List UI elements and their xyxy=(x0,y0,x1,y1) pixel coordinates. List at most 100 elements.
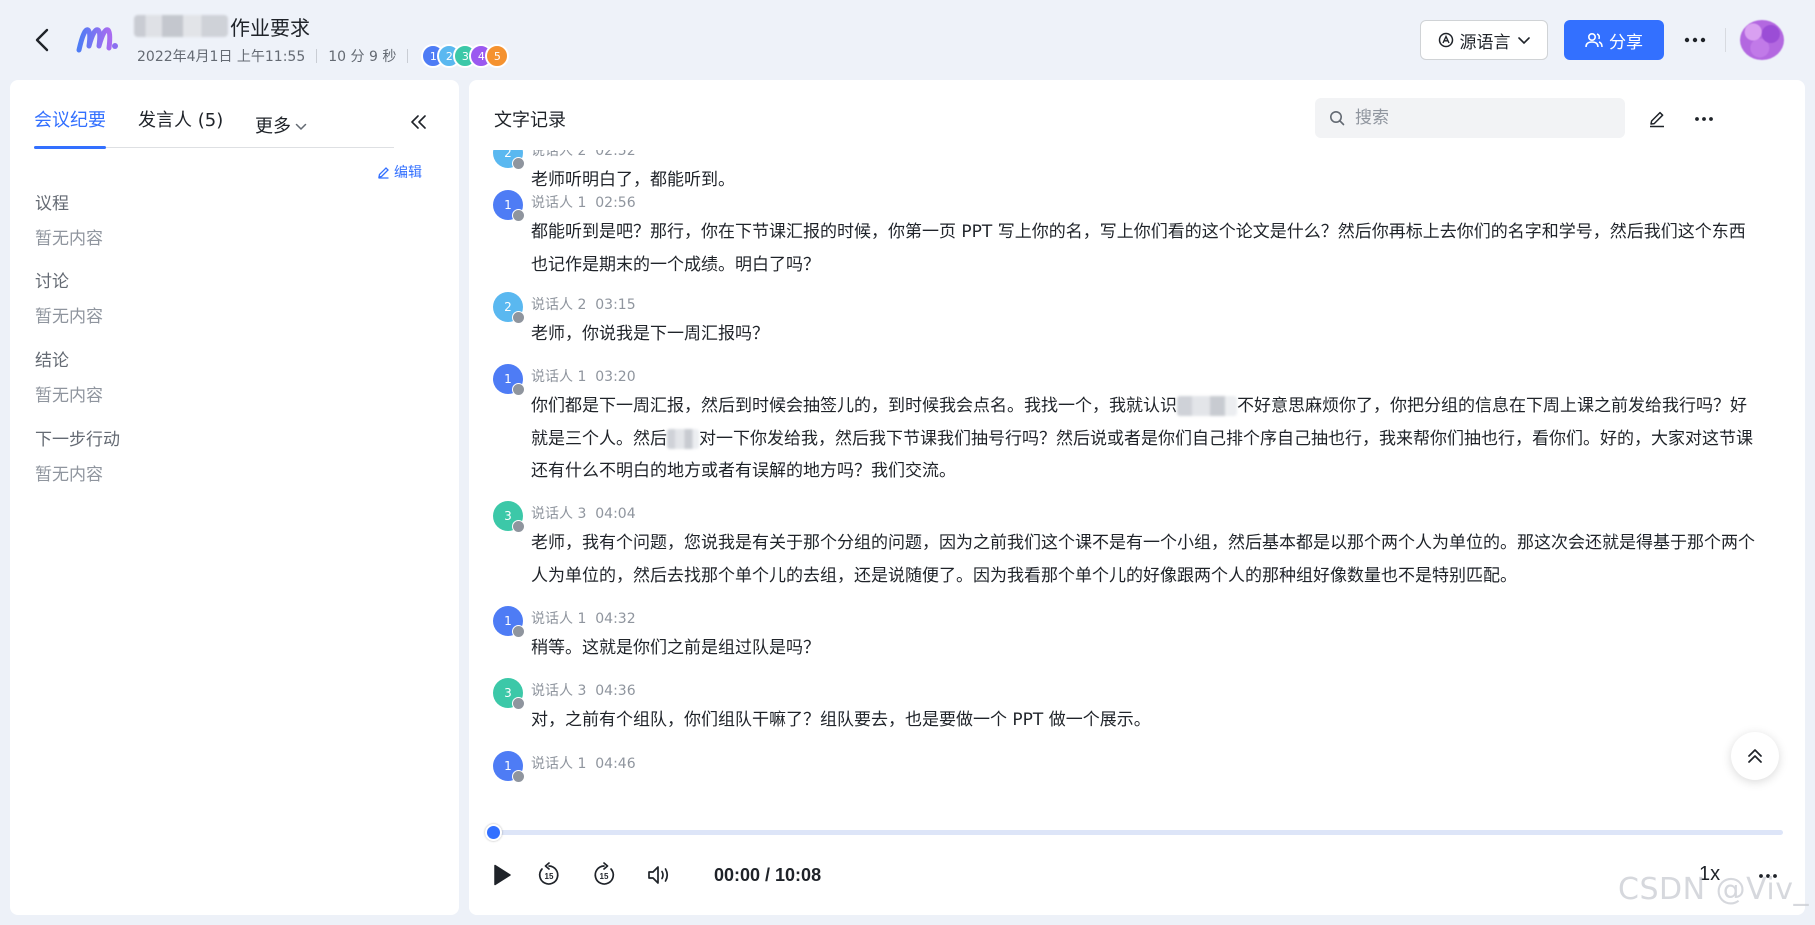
speaker-meta: 说话人 1 04:46 xyxy=(531,753,636,773)
utterance-text[interactable]: 稍等。这就是你们之前是组过队是吗？ xyxy=(531,632,1761,665)
speaker-avatar-label: 3 xyxy=(504,686,512,700)
collapse-panel-button[interactable] xyxy=(404,106,434,138)
tab-more[interactable]: 更多 xyxy=(255,106,307,148)
section-agenda-title: 议程 xyxy=(35,194,69,214)
transcript-title: 文字记录 xyxy=(494,110,566,131)
speaker-avatar-label: 2 xyxy=(504,150,512,160)
timestamp[interactable]: 04:36 xyxy=(595,683,635,699)
speaker-meta: 说话人 3 04:04 xyxy=(531,503,636,523)
volume-button[interactable] xyxy=(642,858,676,892)
edit-badge-icon xyxy=(512,157,525,170)
redacted-name xyxy=(1177,396,1237,416)
scroll-to-top-button[interactable] xyxy=(1731,732,1779,780)
volume-icon xyxy=(648,866,669,884)
edit-badge-icon xyxy=(512,770,525,783)
redacted-name xyxy=(667,428,699,449)
svg-text:15: 15 xyxy=(600,872,609,881)
speaker-avatar[interactable]: 1 xyxy=(493,364,525,396)
speaker-name: 说话人 2 xyxy=(531,297,587,313)
double-chevron-left-icon xyxy=(411,115,426,129)
edit-badge-icon xyxy=(512,625,525,638)
speaker-avatar[interactable]: 1 xyxy=(493,751,525,783)
share-button[interactable]: 分享 xyxy=(1564,20,1664,60)
redacted-title-prefix xyxy=(134,15,228,37)
speaker-avatar[interactable]: 3 xyxy=(493,678,525,710)
speaker-meta: 说话人 3 04:36 xyxy=(531,680,636,700)
edit-badge-icon xyxy=(512,697,525,710)
speaker-avatar[interactable]: 3 xyxy=(493,501,525,533)
speaker-meta: 说话人 2 03:15 xyxy=(531,294,636,314)
svg-text:15: 15 xyxy=(545,872,554,881)
translate-icon xyxy=(1438,32,1453,48)
edit-transcript-button[interactable] xyxy=(1643,106,1671,132)
section-agenda-content: 暂无内容 xyxy=(35,229,103,249)
timestamp[interactable]: 02:56 xyxy=(595,195,635,211)
speaker-avatar[interactable]: 1 xyxy=(493,190,525,222)
playback-progress-handle[interactable] xyxy=(485,824,502,841)
meta-divider xyxy=(407,49,409,63)
watermark: CSDN @Viv_ xyxy=(1618,872,1810,907)
tab-minutes[interactable]: 会议纪要 xyxy=(34,106,106,149)
timestamp[interactable]: 04:46 xyxy=(595,756,635,772)
utterance-text[interactable]: 老师听明白了，都能听到。 xyxy=(531,164,1761,197)
section-next-steps-content: 暂无内容 xyxy=(35,465,103,485)
edit-badge-icon xyxy=(512,520,525,533)
more-options-button[interactable] xyxy=(1680,26,1710,54)
minutes-tabs: 会议纪要 发言人 (5) 更多 xyxy=(34,106,394,149)
play-button[interactable] xyxy=(485,858,519,892)
section-discussion-content: 暂无内容 xyxy=(35,307,103,327)
share-button-label: 分享 xyxy=(1609,32,1643,53)
forward-15-button[interactable]: 15 xyxy=(587,858,621,892)
meeting-meta: 2022年4月1日 上午11:55 10 分 9 秒 12345 xyxy=(137,44,510,68)
utterance-segment: 对一下你发给我，然后我下节课我们抽号行吗？然后说或者是你们自己排个序自己抽也行，… xyxy=(531,428,1753,482)
speaker-name: 说话人 1 xyxy=(531,369,587,385)
speaker-meta: 说话人 1 04:32 xyxy=(531,608,636,628)
user-avatar[interactable] xyxy=(1740,20,1784,60)
speaker-name: 说话人 3 xyxy=(531,683,587,699)
section-conclusion-content: 暂无内容 xyxy=(35,386,103,406)
transcript-search[interactable] xyxy=(1315,98,1625,138)
speaker-avatar-label: 2 xyxy=(504,300,512,314)
meeting-date: 2022年4月1日 上午11:55 xyxy=(137,49,306,65)
utterance-text[interactable]: 你们都是下一周汇报，然后到时候会抽签儿的，到时候我会点名。我找一个，我就认识 不好… xyxy=(531,390,1761,488)
timestamp[interactable]: 02:52 xyxy=(595,150,635,159)
utterance-text[interactable]: 老师，你说我是下一周汇报吗？ xyxy=(531,318,1761,351)
chevron-down-icon xyxy=(295,123,307,131)
participant-avatar[interactable]: 5 xyxy=(485,44,510,68)
source-language-dropdown[interactable]: 源语言 xyxy=(1420,20,1548,60)
timestamp[interactable]: 03:20 xyxy=(595,369,635,385)
utterance-text[interactable]: 对，之前有个组队，你们组队干嘛了？组队要去，也是要做一个 PPT 做一个展示。 xyxy=(531,704,1761,737)
playback-progress-bar[interactable] xyxy=(485,824,1783,841)
speaker-avatar[interactable]: 2 xyxy=(493,150,525,170)
timestamp[interactable]: 03:15 xyxy=(595,297,635,313)
rewind-15-button[interactable]: 15 xyxy=(532,858,566,892)
speaker-avatar[interactable]: 2 xyxy=(493,292,525,324)
minutes-panel: 会议纪要 发言人 (5) 更多 编辑 议程 暂无内容 讨论 暂无内容 结论 暂无… xyxy=(10,80,459,915)
speaker-name: 说话人 3 xyxy=(531,506,587,522)
speaker-meta: 说话人 1 03:20 xyxy=(531,366,636,386)
timestamp[interactable]: 04:32 xyxy=(595,611,635,627)
utterance-text[interactable]: 老师，我有个问题，您说我是有关于那个分组的问题，因为之前我们这个课不是有一个小组… xyxy=(531,527,1761,592)
search-input[interactable] xyxy=(1355,108,1605,128)
speaker-meta: 说话人 2 02:52 xyxy=(531,150,636,160)
meeting-title[interactable]: 作业要求 xyxy=(134,12,310,40)
back-button[interactable] xyxy=(30,24,54,56)
pencil-icon xyxy=(1650,111,1664,128)
users-icon xyxy=(1585,32,1603,48)
speaker-avatar[interactable]: 1 xyxy=(493,606,525,638)
timestamp[interactable]: 04:04 xyxy=(595,506,635,522)
header-divider xyxy=(1725,28,1726,52)
edit-badge-icon xyxy=(512,209,525,222)
edit-minutes-button[interactable]: 编辑 xyxy=(377,162,422,182)
speaker-avatar-label: 1 xyxy=(504,614,512,628)
speaker-avatar-label: 1 xyxy=(504,759,512,773)
more-horizontal-icon xyxy=(1684,37,1706,43)
utterance-segment: 你们都是下一周汇报，然后到时候会抽签儿的，到时候我会点名。我找一个，我就认识 xyxy=(531,396,1177,416)
utterance-text[interactable]: 都能听到是吧？那行，你在下节课汇报的时候，你第一页 PPT 写上你的名，写上你们… xyxy=(531,216,1761,281)
tab-speakers[interactable]: 发言人 (5) xyxy=(138,106,223,148)
audio-player: 15 15 00:00 / 10:08 1x xyxy=(469,808,1805,915)
participant-avatars[interactable]: 12345 xyxy=(421,44,510,68)
transcript-list[interactable]: 2 说话人 2 02:52 老师听明白了，都能听到。 1 说话人 1 02:56… xyxy=(469,150,1805,878)
section-conclusion-title: 结论 xyxy=(35,351,69,371)
transcript-more-button[interactable] xyxy=(1689,106,1719,132)
